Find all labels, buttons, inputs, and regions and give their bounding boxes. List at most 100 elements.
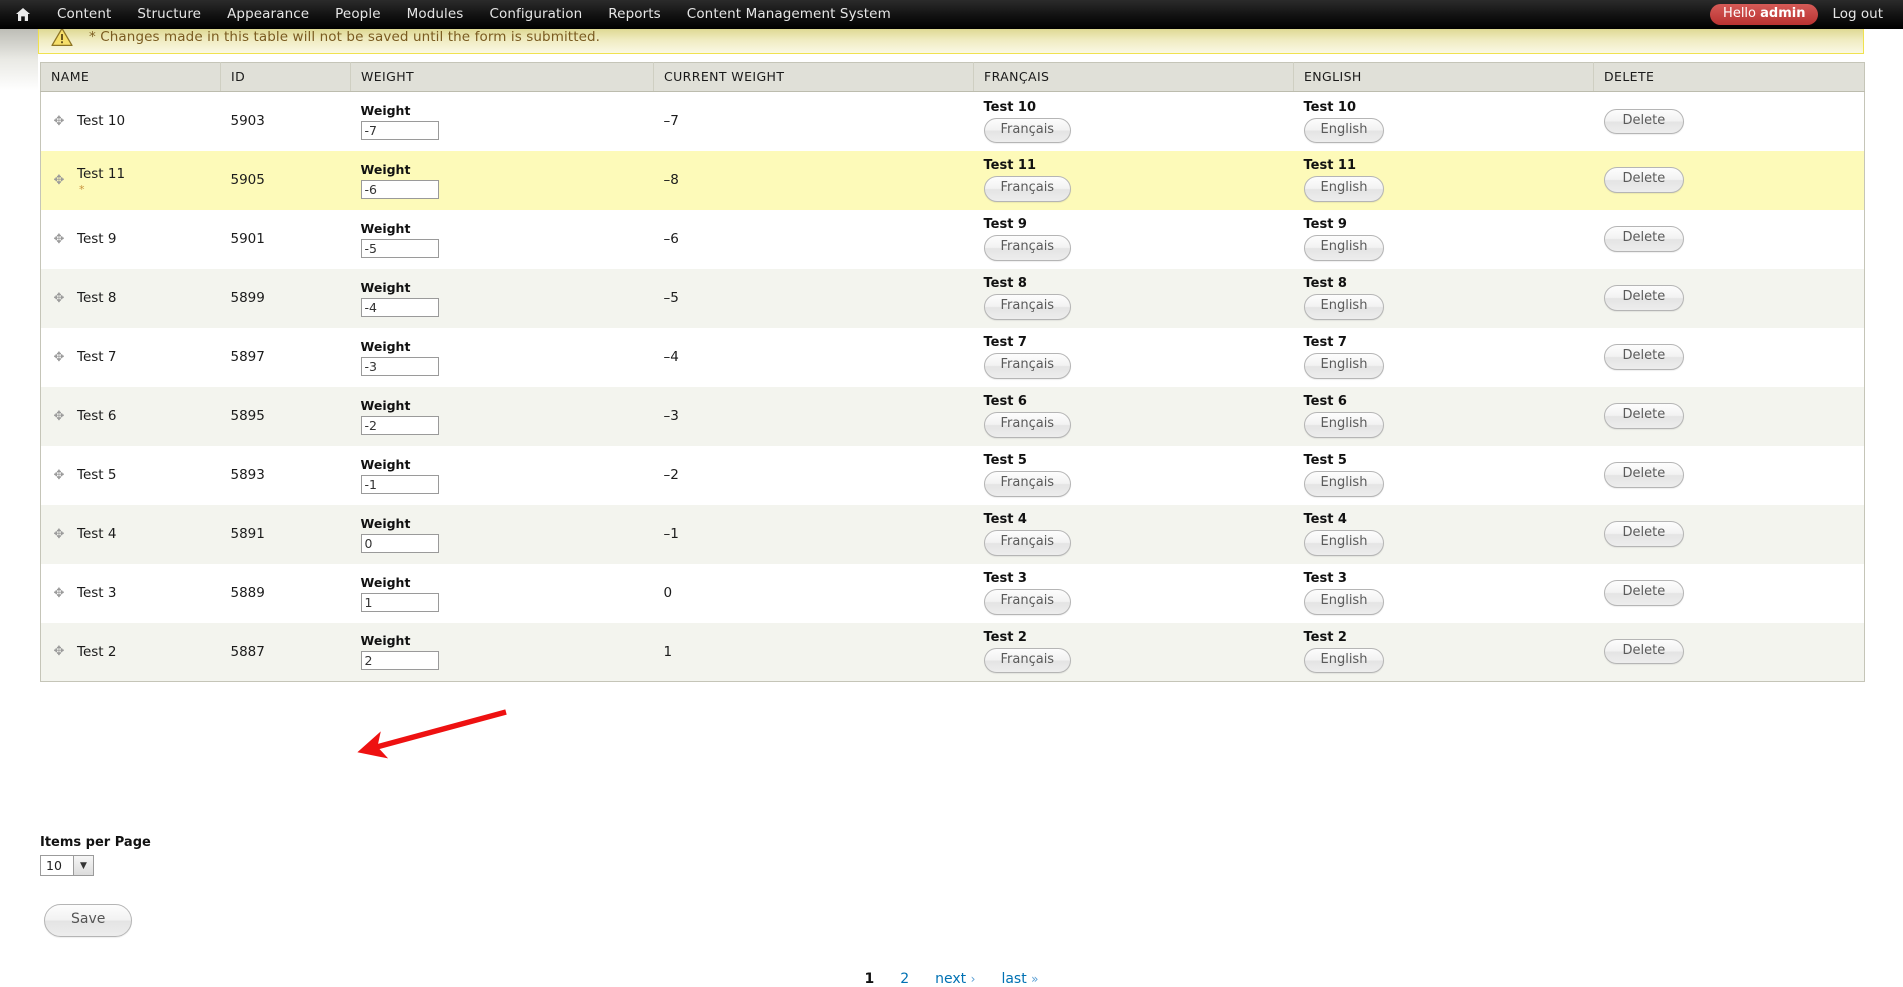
cell-delete: Delete [1593, 386, 1865, 446]
weight-field-label: Weight [360, 515, 411, 531]
delete-button[interactable]: Delete [1603, 639, 1685, 665]
pager-item-label: next [935, 971, 967, 987]
weight-input[interactable] [360, 179, 439, 199]
cell-delete: Delete [1593, 268, 1865, 328]
francais-button[interactable]: Français [983, 353, 1072, 379]
delete-button[interactable]: Delete [1603, 344, 1685, 370]
cell-francais: Test 3 Français [973, 563, 1294, 623]
weight-input[interactable] [360, 415, 439, 435]
weight-input[interactable] [360, 533, 439, 553]
table-row[interactable]: ✥ Test 5 5893 Weight –2 Test 5 Français Test 5 E… [40, 445, 1865, 505]
toolbar-item-structure[interactable]: Structure [124, 0, 214, 29]
english-button[interactable]: English [1303, 235, 1385, 261]
greeting-badge[interactable]: Hello admin [1710, 3, 1819, 26]
english-button[interactable]: English [1303, 412, 1385, 438]
table-body: ✥Test 105903Weight–7Test 10FrançaisTest … [40, 91, 1865, 682]
drag-move-icon[interactable]: ✥ [51, 586, 67, 601]
english-button[interactable]: English [1303, 530, 1385, 556]
english-button[interactable]: English [1303, 176, 1385, 202]
cell-english: Test 10 English [1293, 91, 1594, 151]
column-header-english: ENGLISH [1293, 62, 1594, 92]
table-row[interactable]: ✥Test 11*5905Weight–8Test 11FrançaisTest… [40, 150, 1865, 210]
toolbar-item-configuration[interactable]: Configuration [476, 0, 595, 29]
table-row[interactable]: ✥ Test 7 5897 Weight –4 Test 7 Français Test 7 E… [40, 327, 1865, 387]
chevron-down-icon: ▼ [73, 856, 93, 875]
english-button[interactable]: English [1303, 353, 1385, 379]
table-row[interactable]: ✥ Test 3 5889 Weight 0 Test 3 Français Test 3 En… [40, 563, 1865, 623]
save-button[interactable]: Save [44, 904, 133, 937]
delete-button[interactable]: Delete [1603, 226, 1685, 252]
drag-move-icon[interactable]: ✥ [51, 644, 67, 659]
cell-id: 5897 [220, 327, 351, 387]
weight-input[interactable] [360, 592, 439, 612]
delete-button[interactable]: Delete [1603, 403, 1685, 429]
pager-item-1[interactable]: 1 [851, 971, 887, 987]
cell-id: 5893 [220, 445, 351, 505]
weight-field-label: Weight [360, 397, 411, 413]
drag-move-icon[interactable]: ✥ [51, 350, 67, 365]
row-name-text: Test 8 [77, 290, 117, 306]
delete-button[interactable]: Delete [1603, 285, 1685, 311]
cell-id: 5895 [220, 386, 351, 446]
delete-button[interactable]: Delete [1603, 167, 1685, 193]
weight-input[interactable] [360, 356, 439, 376]
drag-move-icon[interactable]: ✥ [51, 527, 67, 542]
pager-item-last[interactable]: last » [988, 971, 1051, 987]
francais-button[interactable]: Français [983, 235, 1072, 261]
weight-input[interactable] [360, 120, 439, 140]
weight-input[interactable] [360, 238, 439, 258]
weight-input[interactable] [360, 474, 439, 494]
weight-input[interactable] [360, 651, 439, 671]
toolbar-item-reports[interactable]: Reports [595, 0, 674, 29]
english-button[interactable]: English [1303, 294, 1385, 320]
drag-move-icon[interactable]: ✥ [51, 173, 67, 188]
weight-field-label: Weight [360, 161, 411, 177]
pager-item-2[interactable]: 2 [887, 971, 922, 987]
pager-item-next[interactable]: next › [922, 971, 988, 987]
home-icon[interactable] [10, 3, 36, 27]
english-button[interactable]: English [1303, 117, 1385, 143]
drag-move-icon[interactable]: ✥ [51, 468, 67, 483]
francais-button[interactable]: Français [983, 294, 1072, 320]
english-button[interactable]: English [1303, 648, 1385, 674]
weight-input[interactable] [360, 297, 439, 317]
francais-button[interactable]: Français [983, 117, 1072, 143]
toolbar-item-people[interactable]: People [322, 0, 393, 29]
row-name-text: Test 2 [77, 643, 117, 660]
logout-link[interactable]: Log out [1832, 6, 1883, 22]
drag-move-icon[interactable]: ✥ [51, 409, 67, 424]
table-row[interactable]: ✥ Test 9 5901 Weight –6 Test 9 Français Test 9 E… [40, 209, 1865, 269]
delete-button[interactable]: Delete [1603, 462, 1685, 488]
table-row[interactable]: ✥ Test 6 5895 Weight –3 Test 6 Français Test 6 E… [40, 386, 1865, 446]
table-row[interactable]: ✥ Test 8 5899 Weight –5 Test 8 Français Test 8 E… [40, 268, 1865, 328]
toolbar-item-content-management-system[interactable]: Content Management System [674, 0, 904, 29]
drag-move-icon[interactable]: ✥ [51, 114, 67, 129]
left-gutter [0, 29, 38, 969]
english-button[interactable]: English [1303, 471, 1385, 497]
english-button[interactable]: English [1303, 589, 1385, 615]
drag-move-icon[interactable]: ✥ [51, 291, 67, 306]
delete-button[interactable]: Delete [1603, 521, 1685, 547]
francais-button[interactable]: Français [983, 412, 1072, 438]
table-row[interactable]: ✥Test 105903Weight–7Test 10FrançaisTest … [40, 91, 1865, 151]
francais-title: Test 6 [983, 394, 1027, 410]
toolbar-item-modules[interactable]: Modules [394, 0, 477, 29]
toolbar-item-appearance[interactable]: Appearance [214, 0, 322, 29]
delete-button[interactable]: Delete [1603, 580, 1685, 606]
toolbar-item-content[interactable]: Content [44, 0, 124, 29]
francais-button[interactable]: Français [983, 589, 1072, 615]
francais-button[interactable]: Français [983, 176, 1072, 202]
english-title: Test 6 [1303, 394, 1347, 410]
table-row[interactable]: ✥ Test 2 5887 Weight 1 Test 2 Français Test 2 En… [40, 622, 1865, 682]
francais-title: Test 11 [983, 158, 1037, 174]
drag-move-icon[interactable]: ✥ [51, 232, 67, 247]
francais-title: Test 5 [983, 453, 1027, 469]
table-row[interactable]: ✥ Test 4 5891 Weight –1 Test 4 Français Test 4 E… [40, 504, 1865, 564]
francais-button[interactable]: Français [983, 648, 1072, 674]
francais-button[interactable]: Français [983, 471, 1072, 497]
francais-title: Test 3 [983, 571, 1027, 587]
francais-button[interactable]: Français [983, 530, 1072, 556]
delete-button[interactable]: Delete [1603, 108, 1685, 134]
items-per-page-select[interactable]: 10 ▼ [40, 855, 94, 876]
cell-english: Test 4 English [1293, 504, 1594, 564]
